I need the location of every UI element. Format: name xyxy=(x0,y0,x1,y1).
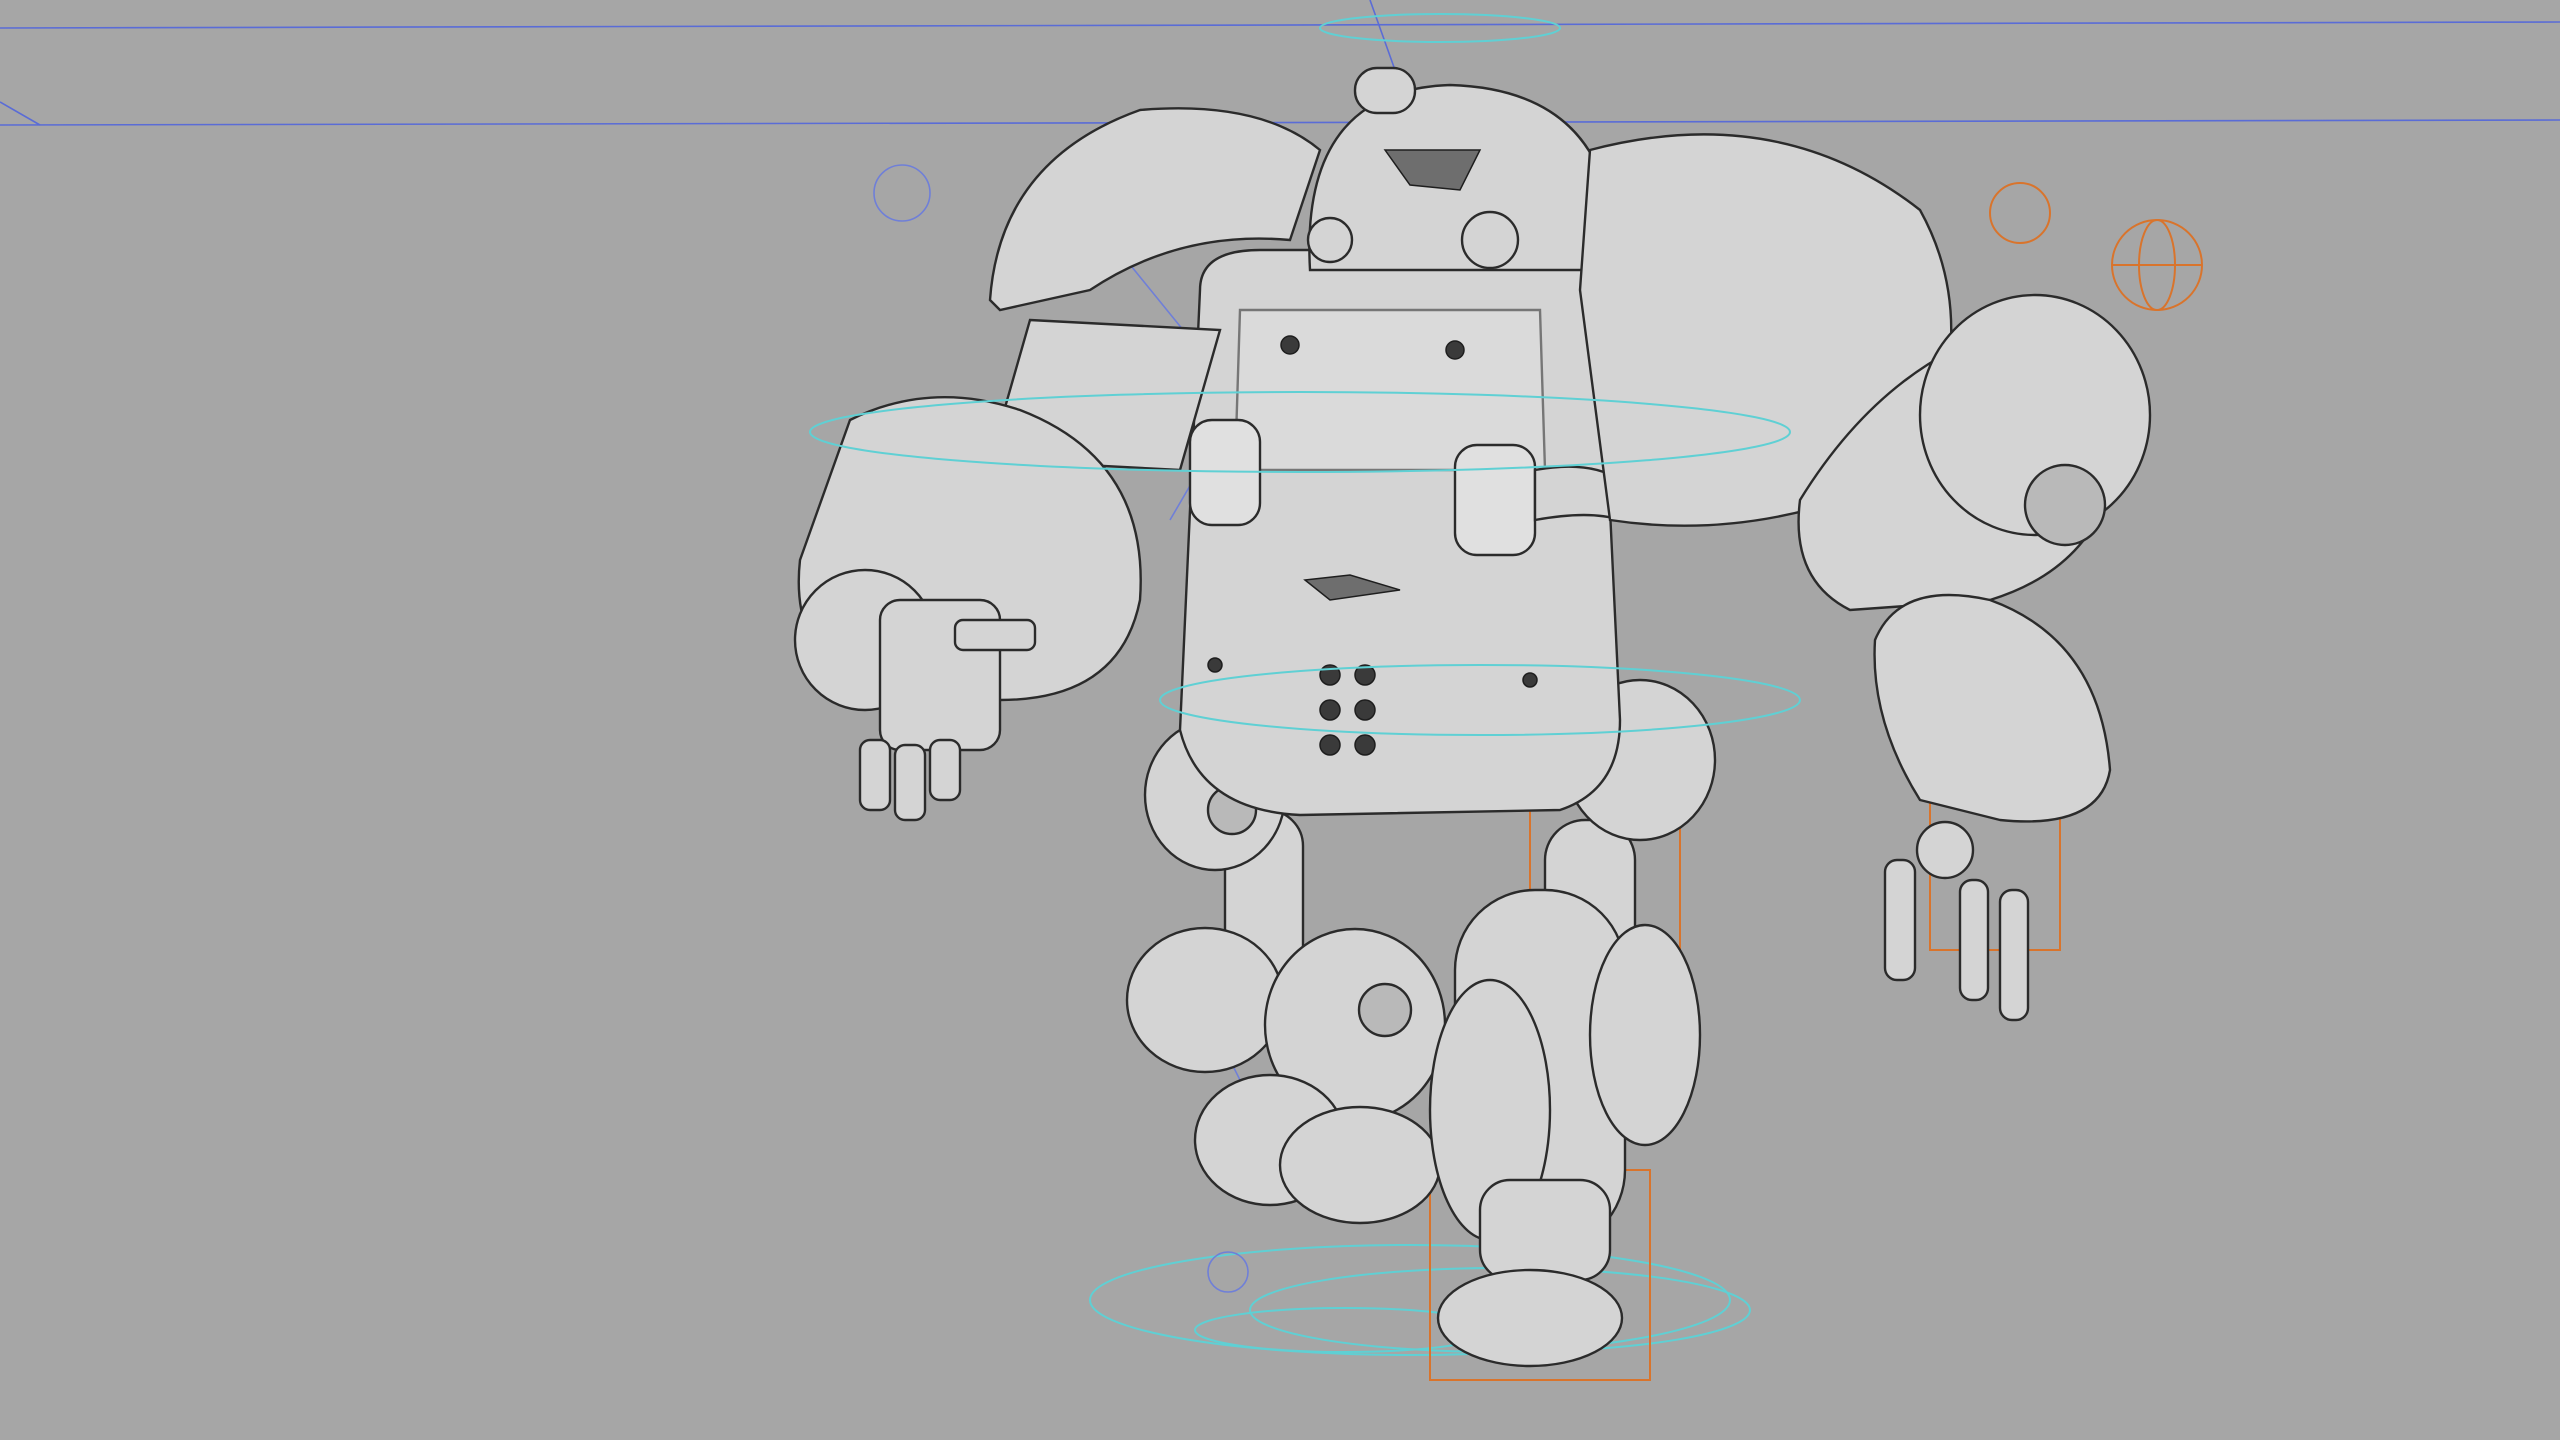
chest-bolt-1 xyxy=(1280,335,1300,355)
root-controller-ring[interactable] xyxy=(1089,1244,1731,1356)
forearm-right[interactable] xyxy=(1873,593,2112,823)
shoulder-ik-circle[interactable] xyxy=(1989,182,2051,244)
robot-model[interactable] xyxy=(793,66,2152,1368)
grid-line-top xyxy=(0,21,2560,29)
head[interactable] xyxy=(1306,66,1617,272)
chest-bolt-2 xyxy=(1445,340,1465,360)
3d-viewport[interactable] xyxy=(0,0,2560,1440)
axis-gizmo-icon[interactable] xyxy=(2111,219,2203,311)
arm-right[interactable] xyxy=(1578,133,2152,1022)
knee-hub-left xyxy=(1357,982,1413,1038)
head-ear-right[interactable] xyxy=(1460,210,1520,270)
grid-line-corner xyxy=(0,101,41,126)
foot-left[interactable] xyxy=(1278,1105,1442,1225)
side-bolt-left xyxy=(1207,657,1223,673)
knee-pad-left[interactable] xyxy=(1125,926,1285,1074)
finger-right-2[interactable] xyxy=(1958,878,1990,1002)
hand-left[interactable] xyxy=(858,598,1037,822)
head-antenna[interactable] xyxy=(1353,66,1417,115)
foot-right[interactable] xyxy=(1436,1268,1624,1368)
locator-sphere-icon[interactable] xyxy=(1207,1251,1249,1293)
calf-wheel-right[interactable] xyxy=(1588,923,1702,1147)
finger-left-2[interactable] xyxy=(893,743,927,822)
thumb-left[interactable] xyxy=(953,618,1037,652)
finger-right-1[interactable] xyxy=(1883,858,1917,982)
head-controller-ring[interactable] xyxy=(1319,13,1561,43)
viewport-scene[interactable] xyxy=(0,0,2560,1440)
leg-left[interactable] xyxy=(1125,808,1447,1225)
ankle-right[interactable] xyxy=(1478,1178,1612,1282)
side-bolt-right xyxy=(1522,672,1538,688)
fk-circle-left[interactable] xyxy=(873,164,931,222)
finger-left-3[interactable] xyxy=(928,738,962,802)
finger-right-3[interactable] xyxy=(1998,888,2030,1022)
wrist-ball-right[interactable] xyxy=(1915,820,1975,880)
torso[interactable] xyxy=(1178,248,1622,817)
horizon-line xyxy=(0,119,2560,126)
head-ear-left[interactable] xyxy=(1306,216,1354,264)
elbow-hub-right xyxy=(2023,463,2107,547)
finger-left-1[interactable] xyxy=(858,738,892,812)
grid-guide-lines xyxy=(0,0,2560,126)
vertical-guide xyxy=(1369,0,1396,71)
hand-right[interactable] xyxy=(1883,820,2030,1022)
strap-buckle-right[interactable] xyxy=(1453,443,1537,557)
leg-right[interactable] xyxy=(1428,818,1702,1368)
